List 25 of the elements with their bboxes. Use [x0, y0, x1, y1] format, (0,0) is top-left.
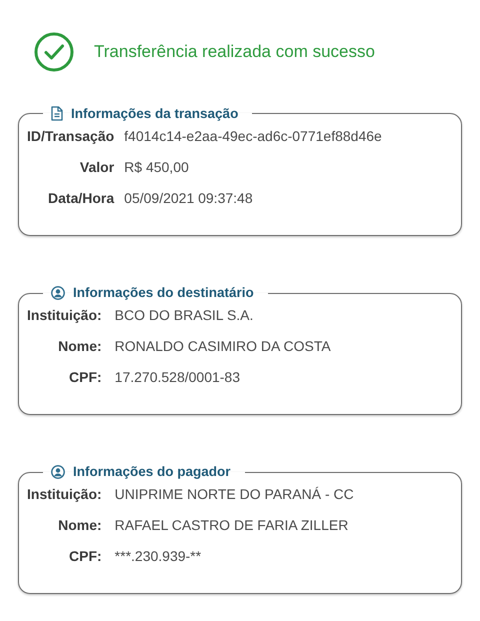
field-label: CPF: [68, 547, 102, 565]
field-label: Instituição: [27, 485, 102, 503]
field-label: Nome: [57, 337, 102, 355]
field-label: Nome: [57, 516, 102, 534]
user-circle-icon [51, 465, 65, 479]
field-value: 05/09/2021 09:37:48 [124, 189, 254, 207]
section-title: Informações do destinatário [73, 286, 254, 300]
field-value: UNIPRIME NORTE DO PARANÁ - CC [114, 485, 355, 503]
field-label: Valor [78, 158, 114, 176]
field-value: f4014c14-e2aa-49ec-ad6c-0771ef88d46e [124, 127, 383, 145]
document-icon [51, 106, 63, 121]
section-title: Informações da transação [71, 106, 238, 120]
field-label: ID/Transação [27, 127, 114, 145]
section-title: Informações do pagador [73, 465, 231, 479]
user-circle-icon [51, 286, 65, 300]
field-label: Data/Hora [47, 189, 114, 207]
field-value: ***.230.939-** [114, 547, 202, 565]
field-value: R$ 450,00 [124, 158, 190, 176]
field-value: BCO DO BRASIL S.A. [114, 306, 254, 324]
status-message: Transferência realizada com sucesso [94, 41, 375, 64]
field-label: Instituição: [27, 306, 102, 324]
field-label: CPF: [68, 368, 102, 386]
field-value: 17.270.528/0001-83 [114, 368, 242, 386]
field-value: RONALDO CASIMIRO DA COSTA [114, 337, 332, 355]
field-value: RAFAEL CASTRO DE FARIA ZILLER [114, 516, 350, 534]
